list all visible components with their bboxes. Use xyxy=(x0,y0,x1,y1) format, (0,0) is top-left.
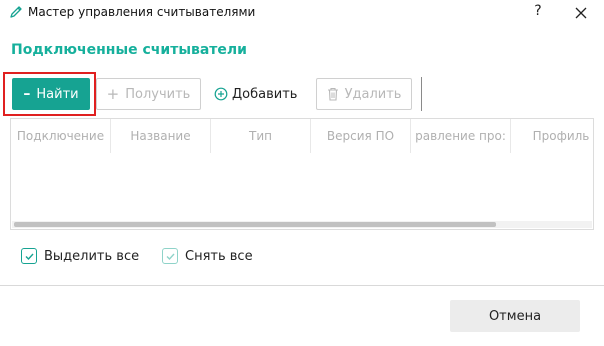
column-header-profile[interactable]: Профиль xyxy=(511,119,593,153)
toolbar: – Найти + Получить Добавить Удалить xyxy=(0,72,604,116)
plus-icon: + xyxy=(106,85,120,103)
column-header-firmware[interactable]: Версия ПО xyxy=(311,119,411,153)
readers-table[interactable]: Подключение Название Тип Версия ПО равле… xyxy=(10,118,594,230)
table-header: Подключение Название Тип Версия ПО равле… xyxy=(11,119,593,153)
column-header-type[interactable]: Тип xyxy=(211,119,311,153)
get-button-label: Получить xyxy=(125,86,191,102)
deselect-all-label: Снять все xyxy=(185,248,253,264)
check-icon xyxy=(25,253,34,260)
window-title: Мастер управления считывателями xyxy=(28,5,256,19)
pencil-icon xyxy=(10,6,22,18)
selection-controls: Выделить все Снять все xyxy=(0,248,604,266)
column-header-name[interactable]: Название xyxy=(111,119,211,153)
delete-button-label: Удалить xyxy=(344,86,402,102)
title-bar: Мастер управления считывателями ? xyxy=(0,0,604,26)
select-all-label: Выделить все xyxy=(44,248,140,264)
column-header-management[interactable]: равление про: xyxy=(411,119,511,153)
help-button[interactable]: ? xyxy=(530,3,546,19)
cancel-button[interactable]: Отмена xyxy=(450,300,580,332)
get-button[interactable]: + Получить xyxy=(96,78,201,110)
checkbox-box xyxy=(21,248,37,264)
section-title: Подключенные считыватели xyxy=(11,42,247,58)
find-button-label: Найти xyxy=(36,86,79,102)
add-button[interactable]: Добавить xyxy=(214,78,300,110)
find-button[interactable]: – Найти xyxy=(12,78,90,110)
minus-icon: – xyxy=(23,86,31,102)
deselect-all-checkbox[interactable]: Снять все xyxy=(162,248,253,264)
checkbox-box xyxy=(162,248,178,264)
column-header-connection[interactable]: Подключение xyxy=(11,119,111,153)
trash-icon xyxy=(327,87,338,101)
toolbar-divider xyxy=(421,77,422,111)
plus-circle-icon xyxy=(214,87,228,101)
delete-button[interactable]: Удалить xyxy=(316,78,412,110)
footer-divider xyxy=(0,285,604,286)
check-icon xyxy=(166,253,175,260)
select-all-checkbox[interactable]: Выделить все xyxy=(21,248,139,264)
close-icon[interactable] xyxy=(572,4,590,22)
scrollbar-thumb[interactable] xyxy=(14,222,496,227)
add-button-label: Добавить xyxy=(232,86,298,102)
horizontal-scrollbar[interactable] xyxy=(12,221,592,228)
